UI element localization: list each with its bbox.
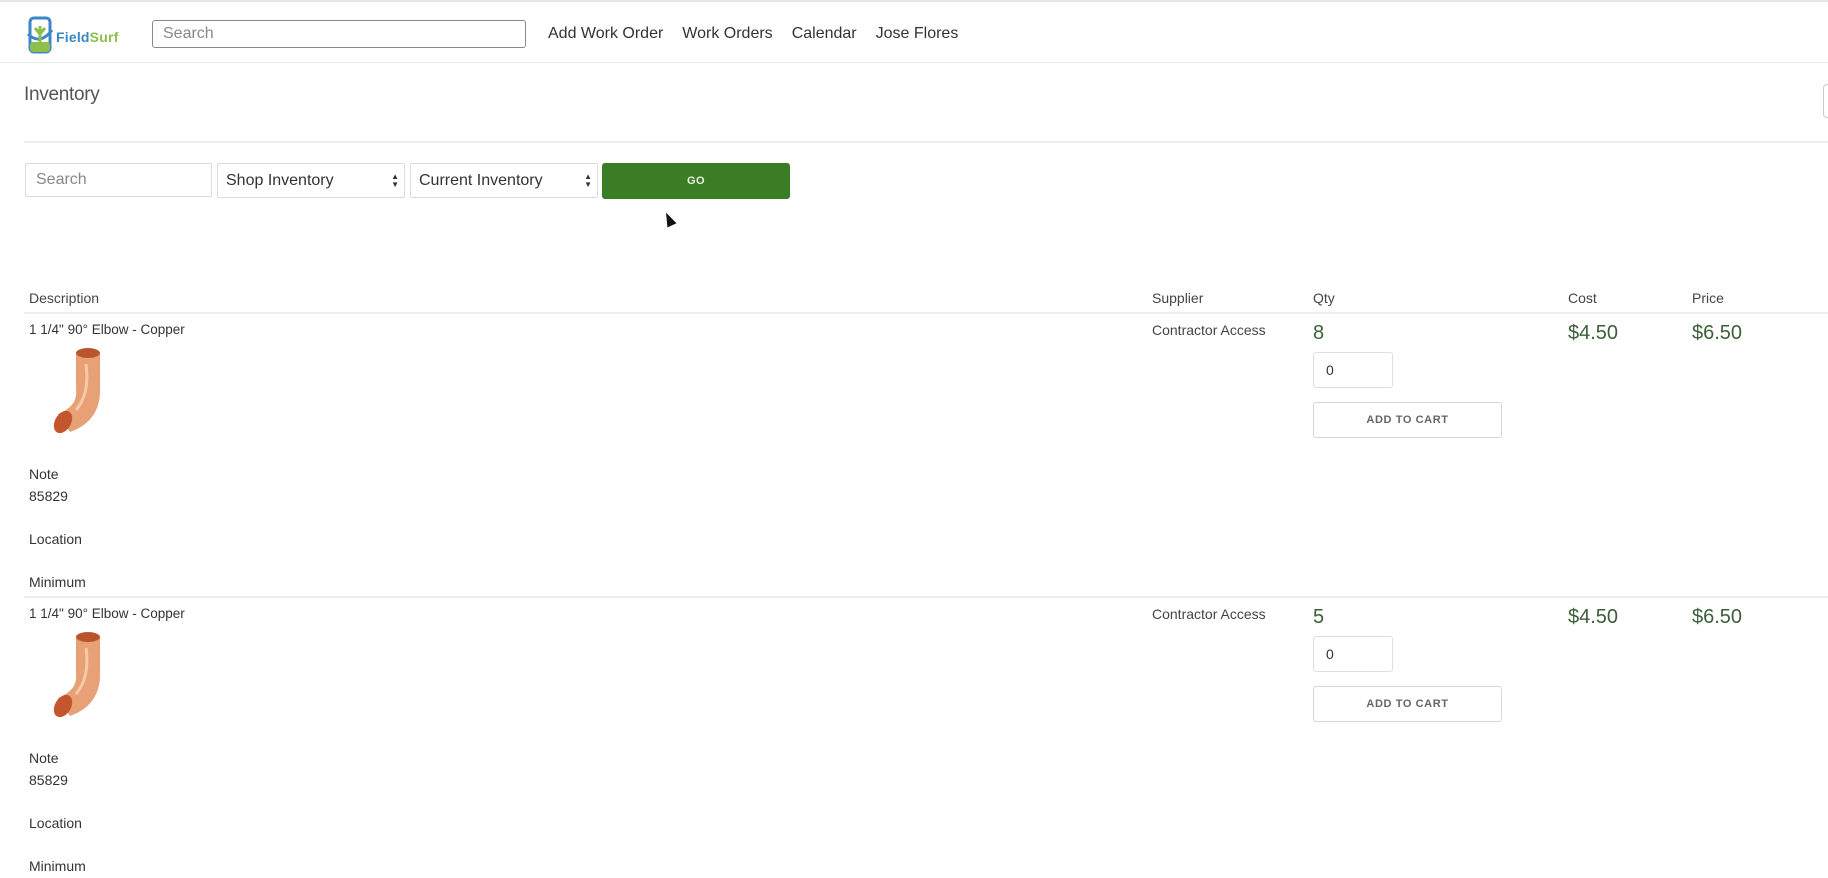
cost: $4.50 — [1568, 322, 1619, 344]
mouse-cursor-icon — [661, 210, 677, 228]
cost: $4.50 — [1568, 606, 1619, 628]
qty-on-hand: 8 — [1313, 322, 1325, 344]
header-price: Price — [1692, 290, 1724, 306]
inventory-search-input[interactable] — [25, 163, 212, 197]
go-button[interactable]: GO — [602, 163, 790, 199]
minimum-label: Minimum — [29, 858, 86, 874]
logo-text: FieldSurf — [56, 29, 118, 45]
location-label: Location — [29, 531, 82, 547]
add-to-cart-button[interactable]: ADD TO CART — [1313, 686, 1502, 722]
inventory-type-select[interactable]: Current Inventory ▲ ▼ — [410, 163, 598, 198]
item-description: 1 1/4" 90° Elbow - Copper — [29, 606, 185, 621]
table-row: 1 1/4" 90° Elbow - Copper Note 85829 Loc… — [0, 598, 1828, 878]
price: $6.50 — [1692, 322, 1743, 344]
note-label: Note — [29, 750, 59, 766]
cart-quantity-input[interactable] — [1313, 352, 1393, 388]
nav-user-menu[interactable]: Jose Flores — [876, 25, 959, 43]
minimum-label: Minimum — [29, 574, 86, 590]
note-label: Note — [29, 466, 59, 482]
header-supplier: Supplier — [1152, 290, 1204, 306]
add-to-cart-button[interactable]: ADD TO CART — [1313, 402, 1502, 438]
nav-calendar[interactable]: Calendar — [792, 25, 857, 43]
qty-on-hand: 5 — [1313, 606, 1325, 628]
title-divider — [24, 141, 1828, 143]
price: $6.50 — [1692, 606, 1743, 628]
nav-add-work-order[interactable]: Add Work Order — [548, 25, 663, 43]
copper-elbow-image — [53, 348, 100, 434]
page-title: Inventory — [24, 84, 100, 105]
logo-text-field: Field — [56, 29, 90, 45]
table-row: 1 1/4" 90° Elbow - Copper Note 85829 Loc… — [0, 314, 1828, 596]
logo-text-surf: Surf — [89, 29, 119, 45]
select-arrows-icon: ▲ ▼ — [584, 172, 592, 189]
header-cost: Cost — [1568, 290, 1597, 306]
note-value: 85829 — [29, 488, 68, 504]
inventory-type-select-value: Current Inventory — [419, 172, 543, 189]
location-select-value: Shop Inventory — [226, 172, 334, 189]
note-value: 85829 — [29, 772, 68, 788]
logo-icon — [26, 16, 54, 54]
side-panel-handle[interactable] — [1823, 84, 1828, 118]
copper-elbow-image — [53, 632, 100, 718]
global-search-input[interactable] — [152, 20, 526, 48]
header-qty: Qty — [1313, 290, 1335, 306]
select-arrows-icon: ▲ ▼ — [391, 172, 399, 189]
nav-links: Add Work Order Work Orders Calendar Jose… — [548, 25, 958, 43]
fieldsurf-logo[interactable]: FieldSurf — [24, 16, 126, 56]
cart-quantity-input[interactable] — [1313, 636, 1393, 672]
navbar: FieldSurf Add Work Order Work Orders Cal… — [0, 2, 1828, 63]
supplier: Contractor Access — [1152, 606, 1266, 622]
nav-work-orders[interactable]: Work Orders — [682, 25, 772, 43]
location-select[interactable]: Shop Inventory ▲ ▼ — [217, 163, 405, 198]
supplier: Contractor Access — [1152, 322, 1266, 338]
header-description: Description — [29, 290, 100, 306]
location-label: Location — [29, 815, 82, 831]
item-description: 1 1/4" 90° Elbow - Copper — [29, 322, 185, 337]
